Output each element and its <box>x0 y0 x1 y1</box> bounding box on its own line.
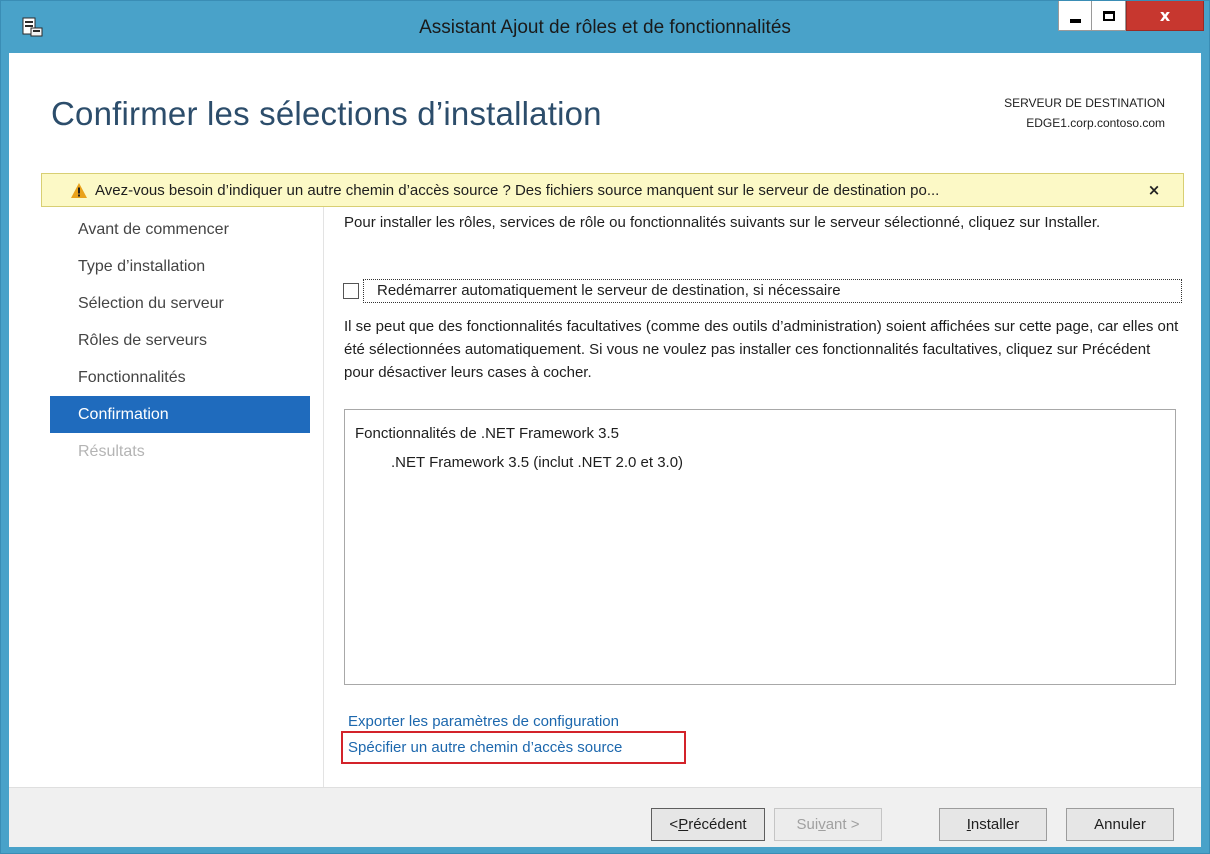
intro-text: Pour installer les rôles, services de rô… <box>344 214 1101 231</box>
previous-accel: P <box>678 816 689 833</box>
warning-text: Avez-vous besoin d’indiquer un autre che… <box>95 181 940 199</box>
restart-checkbox-label[interactable]: Redémarrer automatiquement le serveur de… <box>363 279 1182 303</box>
warning-close-icon[interactable]: × <box>1145 181 1163 199</box>
export-settings-link[interactable]: Exporter les paramètres de configuration <box>348 713 619 730</box>
maximize-icon <box>1102 10 1115 21</box>
sidebar-item-avant-de-commencer[interactable]: Avant de commencer <box>50 211 310 248</box>
sidebar-item-type-installation[interactable]: Type d’installation <box>50 248 310 285</box>
window-title: Assistant Ajout de rôles et de fonctionn… <box>419 17 791 38</box>
next-accel: v <box>818 816 826 833</box>
sidebar-item-selection-serveur[interactable]: Sélection du serveur <box>50 285 310 322</box>
list-item: .NET Framework 3.5 (inclut .NET 2.0 et 3… <box>391 454 684 471</box>
previous-button[interactable]: < Précédent <box>651 808 765 841</box>
install-label: nstaller <box>970 816 1020 833</box>
list-item: Fonctionnalités de .NET Framework 3.5 <box>355 425 620 442</box>
nav-divider <box>323 207 324 787</box>
wizard-window: Assistant Ajout de rôles et de fonctionn… <box>0 0 1210 854</box>
sidebar-item-roles-serveurs[interactable]: Rôles de serveurs <box>50 322 310 359</box>
selection-listbox[interactable]: Fonctionnalités de .NET Framework 3.5 .N… <box>344 409 1176 685</box>
maximize-button[interactable] <box>1092 1 1126 31</box>
sidebar-item-fonctionnalites[interactable]: Fonctionnalités <box>50 359 310 396</box>
wizard-content: Confirmer les sélections d’installation … <box>9 53 1201 787</box>
title-bar[interactable]: Assistant Ajout de rôles et de fonctionn… <box>1 1 1209 53</box>
wizard-steps-nav: Avant de commencer Type d’installation S… <box>50 211 310 470</box>
minimize-icon <box>1069 18 1081 23</box>
optional-features-note: Il se peut que des fonctionnalités facul… <box>344 318 1179 381</box>
sidebar-item-resultats: Résultats <box>78 443 145 460</box>
previous-label: récédent <box>688 816 747 833</box>
close-button[interactable]: x <box>1126 1 1204 31</box>
specify-source-path-link[interactable]: Spécifier un autre chemin d’accès source <box>348 739 622 756</box>
page-title: Confirmer les sélections d’installation <box>51 95 602 132</box>
destination-server: EDGE1.corp.contoso.com <box>1026 116 1165 130</box>
destination-label: SERVEUR DE DESTINATION <box>1004 96 1165 110</box>
cancel-button[interactable]: Annuler <box>1066 808 1174 841</box>
restart-checkbox[interactable] <box>343 283 359 299</box>
close-icon: x <box>1159 6 1171 25</box>
destination-server-info: SERVEUR DE DESTINATION EDGE1.corp.contos… <box>1004 93 1165 133</box>
next-button: Sui v ant > <box>774 808 882 841</box>
restart-checkbox-row[interactable]: Redémarrer automatiquement le serveur de… <box>343 279 1182 303</box>
next-label-post: ant > <box>825 816 860 833</box>
warning-triangle-icon <box>71 182 87 198</box>
previous-prefix: < <box>669 816 679 833</box>
warning-banner[interactable]: Avez-vous besoin d’indiquer un autre che… <box>41 173 1184 207</box>
minimize-button[interactable] <box>1058 1 1092 31</box>
sidebar-item-confirmation[interactable]: Confirmation <box>50 396 310 433</box>
wizard-footer: < Précédent Sui v ant > Installer Annuler <box>9 787 1201 847</box>
next-label-pre: Sui <box>796 816 819 833</box>
install-button[interactable]: Installer <box>939 808 1047 841</box>
